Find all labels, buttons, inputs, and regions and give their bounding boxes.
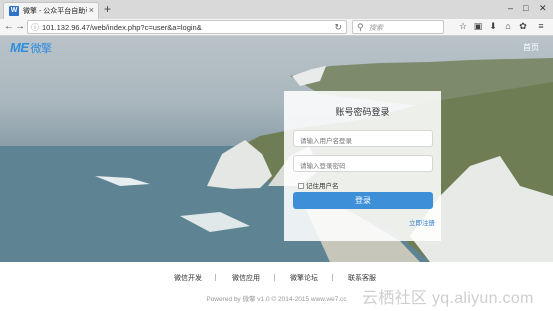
footer-link-wechat-apps[interactable]: 微信应用 <box>232 273 260 283</box>
browser-tab-bar: W 微擎 - 公众平台自助引擎 - × + – □ ✕ <box>0 0 553 19</box>
logo-mark: ME <box>10 40 29 55</box>
info-icon: ⓘ <box>31 23 39 32</box>
footer-link-forum[interactable]: 微擎论坛 <box>290 273 318 283</box>
maximize-icon[interactable]: □ <box>523 2 528 14</box>
site-logo[interactable]: ME 微擎 <box>10 40 52 56</box>
reading-list-icon[interactable]: ▣ <box>472 20 484 33</box>
tab-title: 微擎 - 公众平台自助引擎 - <box>23 8 87 15</box>
remember-label: 记住用户名 <box>306 183 339 190</box>
username-input[interactable] <box>293 130 433 147</box>
close-tab-icon[interactable]: × <box>89 5 94 15</box>
page-viewport: ME微擎 首页 账号密码登录 记住用户名 登录 立即注册 <box>0 36 553 262</box>
login-button[interactable]: 登录 <box>293 192 433 209</box>
logo-name: 微擎 <box>30 43 53 55</box>
footer-divider <box>274 274 275 281</box>
download-icon[interactable]: ⬇ <box>487 20 499 33</box>
home-icon[interactable]: ⌂ <box>502 20 514 33</box>
minimize-icon[interactable]: – <box>508 2 513 14</box>
bookmark-star-icon[interactable]: ☆ <box>457 20 469 33</box>
extension-icon[interactable]: ✿ <box>517 20 529 33</box>
address-bar[interactable]: ⓘ 101.132.96.47/web/index.php?c=user&a=l… <box>27 20 347 34</box>
remember-username[interactable]: 记住用户名 <box>298 180 339 190</box>
browser-tab[interactable]: W 微擎 - 公众平台自助引擎 - × <box>3 2 99 19</box>
home-link[interactable]: 首页 <box>523 42 539 53</box>
close-window-icon[interactable]: ✕ <box>539 2 547 14</box>
forward-icon[interactable]: → <box>15 21 25 33</box>
browser-nav-bar: ← → ⓘ 101.132.96.47/web/index.php?c=user… <box>0 19 553 36</box>
footer-link-wechat-dev[interactable]: 微信开发 <box>174 273 202 283</box>
search-placeholder: 搜索 <box>369 25 383 32</box>
back-icon[interactable]: ← <box>4 21 14 33</box>
url-text: 101.132.96.47/web/index.php?c=user&a=log… <box>42 23 202 32</box>
site-favicon-icon: W <box>9 6 19 16</box>
new-tab-icon[interactable]: + <box>104 3 111 15</box>
background-coast-image <box>0 58 553 262</box>
login-title: 账号密码登录 <box>335 107 390 117</box>
watermark-text: 云栖社区 yq.aliyun.com <box>362 290 534 307</box>
password-input[interactable] <box>293 155 433 172</box>
search-input[interactable]: ⚲ 搜索 <box>352 20 444 34</box>
login-panel: 账号密码登录 记住用户名 登录 立即注册 <box>284 91 441 241</box>
footer-divider <box>215 274 216 281</box>
page-footer: 微信开发 微信应用 微擎论坛 联系客服 Powered by 微擎 v1.0 ©… <box>0 262 553 311</box>
register-link[interactable]: 立即注册 <box>409 217 435 227</box>
footer-divider <box>332 274 333 281</box>
reload-icon[interactable]: ↻ <box>334 21 342 33</box>
menu-icon[interactable]: ≡ <box>535 20 547 33</box>
footer-link-support[interactable]: 联系客服 <box>348 273 376 283</box>
search-icon: ⚲ <box>357 22 364 32</box>
remember-checkbox[interactable] <box>298 183 304 189</box>
